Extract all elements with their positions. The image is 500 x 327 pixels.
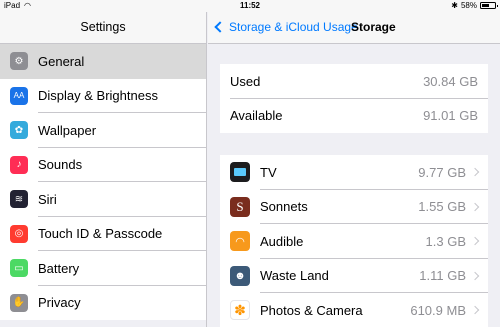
app-name: Photos & Camera xyxy=(260,302,363,318)
sidebar-item-touch-id-passcode[interactable]: ◎ Touch ID & Passcode xyxy=(0,217,206,251)
sidebar-list: ⚙ General AA Display & Brightness ✿ Wall… xyxy=(0,44,206,320)
back-button[interactable]: Storage & iCloud Usage xyxy=(214,12,358,42)
app-storage-list: TV 9.77 GB S Sonnets 1.55 GB ◠ Audible 1… xyxy=(220,155,488,327)
gear-icon: ⚙ xyxy=(10,52,28,71)
storage-detail: Storage & iCloud Usage Storage Used 30.8… xyxy=(208,12,500,327)
detail-nav-bar: Storage & iCloud Usage Storage xyxy=(208,12,500,44)
app-row-waste-land[interactable]: ☻ Waste Land 1.11 GB xyxy=(220,259,488,293)
sidebar-item-label: General xyxy=(38,53,85,69)
speaker-icon: ♪ xyxy=(10,155,28,174)
app-size: 1.11 GB xyxy=(419,268,466,284)
sidebar-item-label: Siri xyxy=(38,191,57,207)
available-value: 91.01 GB xyxy=(423,108,478,124)
app-size: 1.3 GB xyxy=(425,233,466,249)
chevron-right-icon xyxy=(470,271,480,280)
page-title: Storage xyxy=(351,20,396,34)
app-size: 1.55 GB xyxy=(418,199,466,215)
app-row-sonnets[interactable]: S Sonnets 1.55 GB xyxy=(220,190,488,224)
bluetooth-icon: ✱ xyxy=(451,1,458,10)
status-right: ✱ 58% xyxy=(451,1,498,10)
text-size-icon: AA xyxy=(10,86,28,105)
sidebar-item-label: Sounds xyxy=(38,157,83,173)
battery-icon: ▭ xyxy=(10,259,28,278)
sidebar-item-label: Wallpaper xyxy=(38,122,97,138)
used-value: 30.84 GB xyxy=(423,73,478,89)
battery-icon xyxy=(480,2,498,9)
status-time: 11:52 xyxy=(239,1,261,10)
sidebar-item-label: Display & Brightness xyxy=(38,88,158,104)
app-size: 9.77 GB xyxy=(418,164,466,180)
sidebar-item-privacy[interactable]: ✋ Privacy xyxy=(0,286,206,321)
sonnets-app-icon: S xyxy=(230,196,250,217)
sidebar-item-general[interactable]: ⚙ General xyxy=(0,44,206,79)
sidebar-item-siri[interactable]: ≋ Siri xyxy=(0,182,206,217)
sidebar-item-label: Battery xyxy=(38,260,80,276)
wallpaper-icon: ✿ xyxy=(10,121,28,140)
hand-icon: ✋ xyxy=(10,293,28,312)
status-bar: iPad ◠ 11:52 ✱ 58% xyxy=(0,0,500,12)
app-row-photos-camera[interactable]: ✽ Photos & Camera 610.9 MB xyxy=(220,293,488,327)
siri-icon: ≋ xyxy=(10,190,28,209)
sidebar-item-wallpaper[interactable]: ✿ Wallpaper xyxy=(0,113,206,148)
used-label: Used xyxy=(230,73,261,89)
photos-app-icon: ✽ xyxy=(230,300,250,321)
sidebar-title: Settings xyxy=(0,12,206,44)
available-label: Available xyxy=(230,108,283,124)
available-row: Available 91.01 GB xyxy=(220,99,488,134)
chevron-left-icon xyxy=(214,21,226,33)
app-name: TV xyxy=(260,164,277,180)
app-name: Audible xyxy=(260,233,304,249)
app-name: Waste Land xyxy=(260,268,329,284)
waste-land-app-icon: ☻ xyxy=(230,265,250,286)
storage-summary-group: Used 30.84 GB Available 91.01 GB xyxy=(220,64,488,133)
sidebar-item-battery[interactable]: ▭ Battery xyxy=(0,251,206,286)
used-row: Used 30.84 GB xyxy=(220,64,488,99)
settings-sidebar: Settings ⚙ General AA Display & Brightne… xyxy=(0,12,207,327)
app-size: 610.9 MB xyxy=(410,302,466,318)
chevron-right-icon xyxy=(470,168,480,177)
sidebar-item-label: Privacy xyxy=(38,295,81,311)
sidebar-item-label: Touch ID & Passcode xyxy=(38,226,163,242)
audible-app-icon: ◠ xyxy=(230,231,250,252)
chevron-right-icon xyxy=(470,237,480,246)
app-name: Sonnets xyxy=(260,199,308,215)
battery-percent: 58% xyxy=(460,1,477,10)
app-row-tv[interactable]: TV 9.77 GB xyxy=(220,155,488,190)
chevron-right-icon xyxy=(470,306,480,315)
tv-app-icon xyxy=(230,162,250,183)
app-row-audible[interactable]: ◠ Audible 1.3 GB xyxy=(220,224,488,259)
back-label: Storage & iCloud Usage xyxy=(229,20,358,34)
chevron-right-icon xyxy=(470,202,480,211)
sidebar-item-sounds[interactable]: ♪ Sounds xyxy=(0,148,206,182)
sidebar-item-display-brightness[interactable]: AA Display & Brightness xyxy=(0,79,206,113)
fingerprint-icon: ◎ xyxy=(10,224,28,243)
